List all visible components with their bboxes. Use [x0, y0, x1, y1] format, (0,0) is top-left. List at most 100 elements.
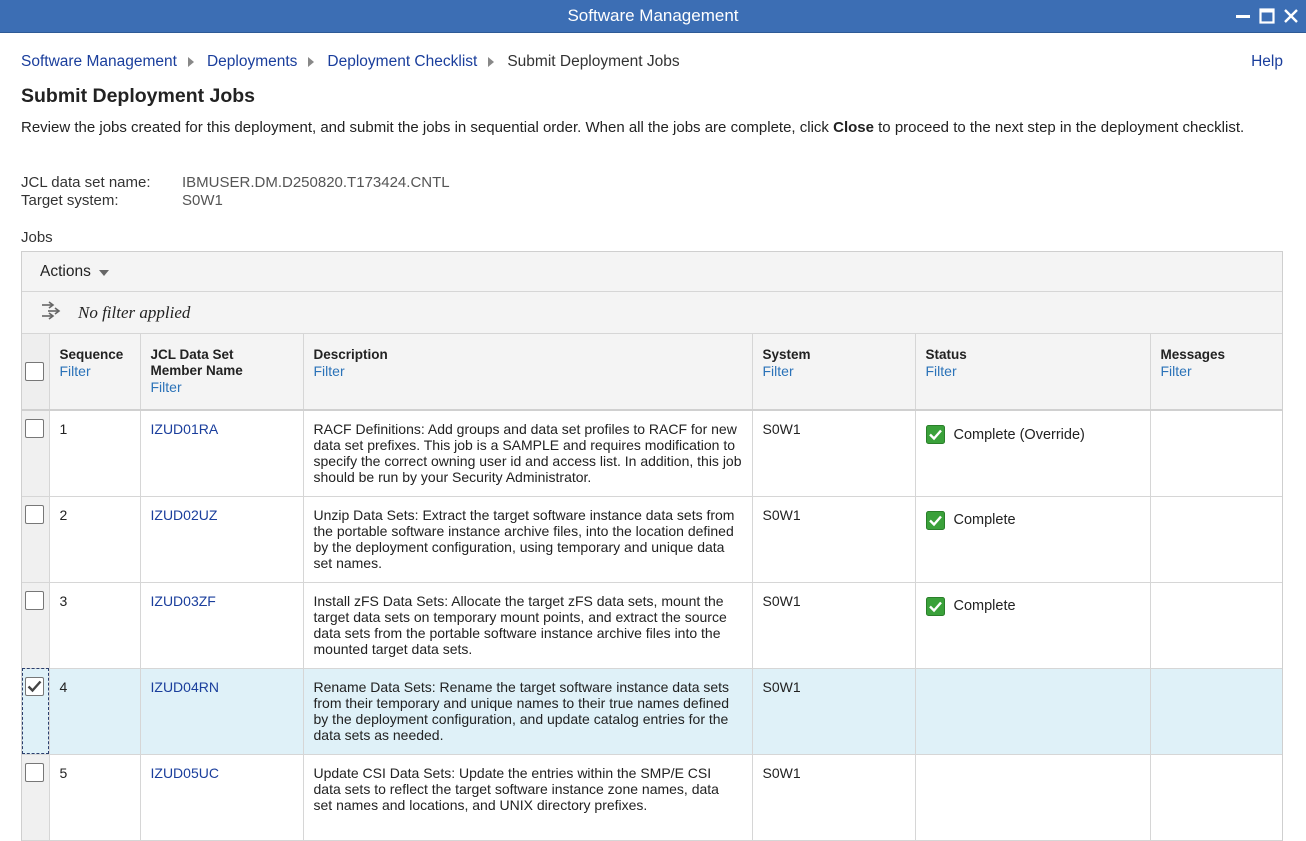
- messages-cell: [1150, 668, 1282, 754]
- column-system-label: System: [762, 347, 811, 362]
- description-filter-link[interactable]: Filter: [314, 363, 752, 379]
- sequence-cell: 4: [49, 668, 141, 754]
- description-cell: Unzip Data Sets: Extract the target soft…: [303, 496, 753, 582]
- row-checkbox[interactable]: [25, 419, 44, 438]
- column-description[interactable]: Description Filter: [303, 334, 753, 410]
- description-cell: Rename Data Sets: Rename the target soft…: [303, 668, 753, 754]
- row-select-cell: [22, 496, 50, 582]
- checkmark-icon: [27, 680, 42, 692]
- system-cell: S0W1: [752, 754, 916, 840]
- member-cell: IZUD01RA: [140, 410, 304, 496]
- member-link[interactable]: IZUD04RN: [151, 679, 219, 695]
- row-select-cell: [22, 582, 50, 668]
- messages-cell: [1150, 582, 1282, 668]
- member-filter-link[interactable]: Filter: [151, 379, 303, 395]
- check-complete-icon: [925, 425, 945, 444]
- check-complete-icon: [925, 596, 945, 616]
- row-checkbox[interactable]: [25, 590, 44, 610]
- status-cell: Complete (Override): [915, 410, 1151, 496]
- caret-down-icon: [98, 263, 109, 281]
- status-filter-link[interactable]: Filter: [926, 363, 1150, 379]
- chevron-right-icon: [487, 56, 497, 68]
- member-link[interactable]: IZUD01RA: [151, 421, 219, 437]
- column-messages[interactable]: Messages Filter: [1150, 334, 1282, 410]
- column-sequence[interactable]: Sequence Filter: [49, 334, 141, 410]
- table-row[interactable]: 2 IZUD02UZ Unzip Data Sets: Extract the …: [22, 496, 1282, 582]
- filter-status: No filter applied: [78, 302, 191, 322]
- status-text: Complete: [953, 512, 1016, 528]
- select-all-header: [22, 334, 50, 410]
- filter-arrows-icon[interactable]: [40, 300, 62, 325]
- member-link[interactable]: IZUD03ZF: [151, 593, 216, 609]
- messages-filter-link[interactable]: Filter: [1161, 363, 1283, 379]
- chevron-right-icon: [307, 56, 317, 68]
- target-system-label: Target system:: [21, 192, 119, 209]
- breadcrumb-current: Submit Deployment Jobs: [507, 53, 680, 70]
- row-select-cell: [22, 754, 50, 840]
- sequence-filter-link[interactable]: Filter: [60, 363, 140, 379]
- target-system-value: S0W1: [182, 192, 223, 209]
- row-checkbox[interactable]: [25, 504, 44, 524]
- jobs-grid: Actions No filter applied Sequence Filte…: [21, 251, 1283, 841]
- table-row[interactable]: 5 IZUD05UC Update CSI Data Sets: Update …: [22, 754, 1282, 840]
- system-cell: S0W1: [752, 668, 916, 754]
- breadcrumb-deployments[interactable]: Deployments: [207, 53, 297, 71]
- sequence-cell: 1: [49, 410, 141, 496]
- sequence-cell: 5: [49, 754, 141, 840]
- actions-dropdown[interactable]: Actions: [40, 263, 109, 281]
- system-filter-link[interactable]: Filter: [763, 363, 915, 379]
- close-icon[interactable]: [1280, 4, 1302, 28]
- row-checkbox[interactable]: [25, 762, 44, 782]
- table-row[interactable]: 3 IZUD03ZF Install zFS Data Sets: Alloca…: [22, 582, 1282, 668]
- description-cell: RACF Definitions: Add groups and data se…: [303, 410, 753, 496]
- row-checkbox-checked[interactable]: [25, 676, 44, 696]
- maximize-icon[interactable]: [1256, 4, 1278, 28]
- actions-bar: Actions: [22, 252, 1282, 292]
- sequence-cell: 2: [49, 496, 141, 582]
- jobs-table: Sequence Filter JCL Data Set Member Name…: [22, 334, 1282, 841]
- window-title: Software Management: [567, 6, 739, 25]
- column-member-label-1: JCL Data Set: [150, 347, 234, 362]
- help-link[interactable]: Help: [1251, 53, 1283, 71]
- column-system[interactable]: System Filter: [752, 334, 916, 410]
- table-header-row: Sequence Filter JCL Data Set Member Name…: [22, 334, 1282, 410]
- breadcrumb: Software Management Deployments Deployme…: [21, 53, 680, 71]
- member-link[interactable]: IZUD05UC: [151, 765, 219, 781]
- breadcrumb-software-management[interactable]: Software Management: [21, 53, 177, 71]
- status-text: Complete: [953, 598, 1016, 614]
- chevron-right-icon: [187, 56, 197, 68]
- column-member-name[interactable]: JCL Data Set Member Name Filter: [140, 334, 304, 410]
- breadcrumb-deployment-checklist[interactable]: Deployment Checklist: [327, 53, 477, 71]
- intro-text-after: to proceed to the next step in the deplo…: [873, 119, 1245, 136]
- status-cell: [915, 754, 1151, 840]
- sequence-cell: 3: [49, 582, 141, 668]
- jcl-data-set-value: IBMUSER.DM.D250820.T173424.CNTL: [182, 174, 450, 191]
- status-cell: Complete: [915, 496, 1151, 582]
- table-row-selected[interactable]: 4 IZUD04RN Rename Data Sets: Rename the …: [22, 668, 1282, 754]
- actions-label: Actions: [40, 262, 91, 280]
- page-title: Submit Deployment Jobs: [21, 85, 256, 107]
- filter-bar: No filter applied: [22, 292, 1282, 334]
- deployment-meta: JCL data set name: IBMUSER.DM.D250820.T1…: [21, 174, 450, 210]
- select-all-checkbox[interactable]: [25, 362, 44, 381]
- intro-text: Review the jobs created for this deploym…: [21, 119, 1251, 137]
- status-cell: [915, 668, 1151, 754]
- member-cell: IZUD04RN: [140, 668, 304, 754]
- messages-cell: [1150, 410, 1282, 496]
- window-titlebar: Software Management: [0, 0, 1306, 33]
- system-cell: S0W1: [752, 410, 916, 496]
- check-complete-icon: [925, 510, 945, 530]
- member-cell: IZUD03ZF: [140, 582, 304, 668]
- minimize-icon[interactable]: [1232, 4, 1254, 28]
- member-link[interactable]: IZUD02UZ: [151, 507, 218, 523]
- description-cell: Update CSI Data Sets: Update the entries…: [303, 754, 753, 840]
- column-status[interactable]: Status Filter: [915, 334, 1151, 410]
- column-status-label: Status: [925, 347, 967, 362]
- system-cell: S0W1: [752, 496, 916, 582]
- description-cell: Install zFS Data Sets: Allocate the targ…: [303, 582, 753, 668]
- intro-text-bold: Close: [833, 119, 874, 136]
- row-select-cell: [22, 410, 50, 496]
- table-row[interactable]: 1 IZUD01RA RACF Definitions: Add groups …: [22, 410, 1282, 496]
- column-description-label: Description: [313, 347, 388, 362]
- jobs-label: Jobs: [21, 229, 53, 246]
